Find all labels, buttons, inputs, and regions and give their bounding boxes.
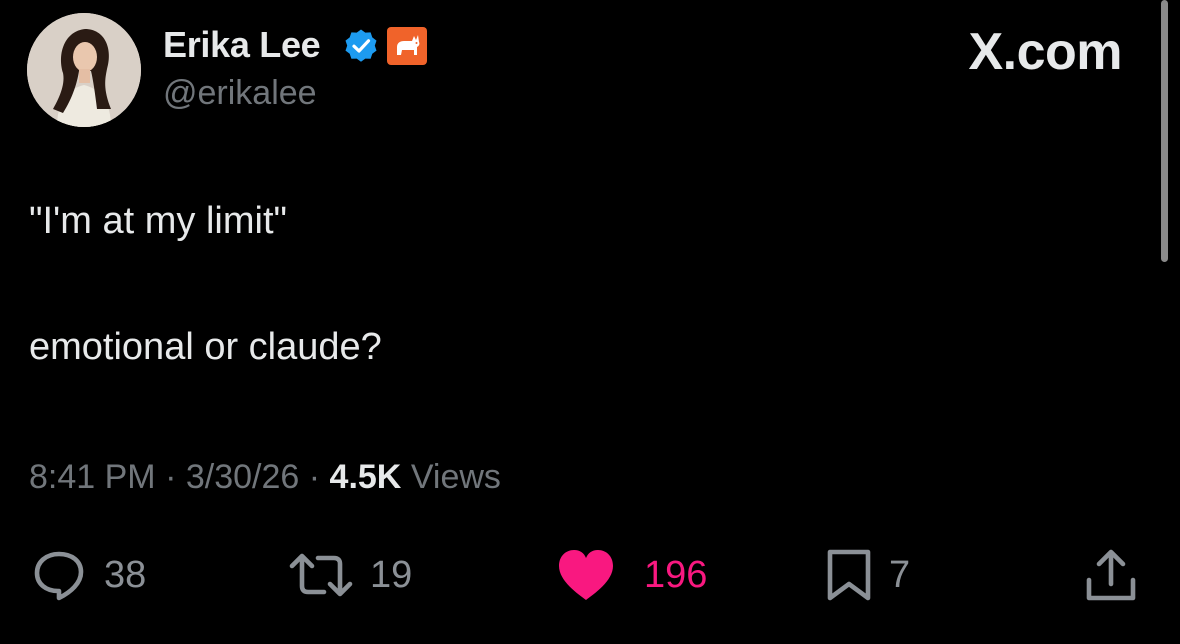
repost-icon [289,553,353,597]
x-com-logo: X.com [968,23,1122,81]
share-button[interactable] [1083,540,1139,610]
handle[interactable]: @erikalee [163,74,317,113]
tweet-text-line-2: emotional or claude? [29,326,382,368]
meta-separator: · [308,458,321,496]
bookmark-button[interactable]: 7 [825,540,910,610]
bookmark-icon [827,549,871,601]
reply-icon [34,551,84,601]
verified-badge-icon[interactable] [343,28,379,64]
heart-icon [559,550,613,600]
tweet-date[interactable]: 3/30/26 [186,458,299,496]
tweet-text-line-1: "I'm at my limit" [29,200,288,242]
repost-count: 19 [370,553,413,596]
avatar-photo [27,13,141,127]
display-name[interactable]: Erika Lee [163,24,321,66]
tweet-time[interactable]: 8:41 PM [29,458,156,496]
bookmark-count: 7 [889,553,911,596]
like-count: 196 [644,553,708,596]
repost-button[interactable]: 19 [288,540,412,610]
views-label: Views [410,458,501,496]
corgi-affiliate-icon[interactable] [387,27,427,65]
avatar[interactable] [27,13,141,127]
reply-count: 38 [104,553,147,596]
like-button[interactable]: 196 [556,540,707,610]
tweet-actions: 38 19 196 7 [0,540,1180,610]
tweet-meta: 8:41 PM · 3/30/26 · 4.5K Views [29,458,501,497]
meta-separator: · [165,458,177,496]
reply-button[interactable]: 38 [30,540,146,610]
share-icon [1086,549,1136,601]
corgi-icon [397,35,420,55]
scrollbar-thumb[interactable] [1161,0,1168,262]
views-count: 4.5K [329,458,402,496]
